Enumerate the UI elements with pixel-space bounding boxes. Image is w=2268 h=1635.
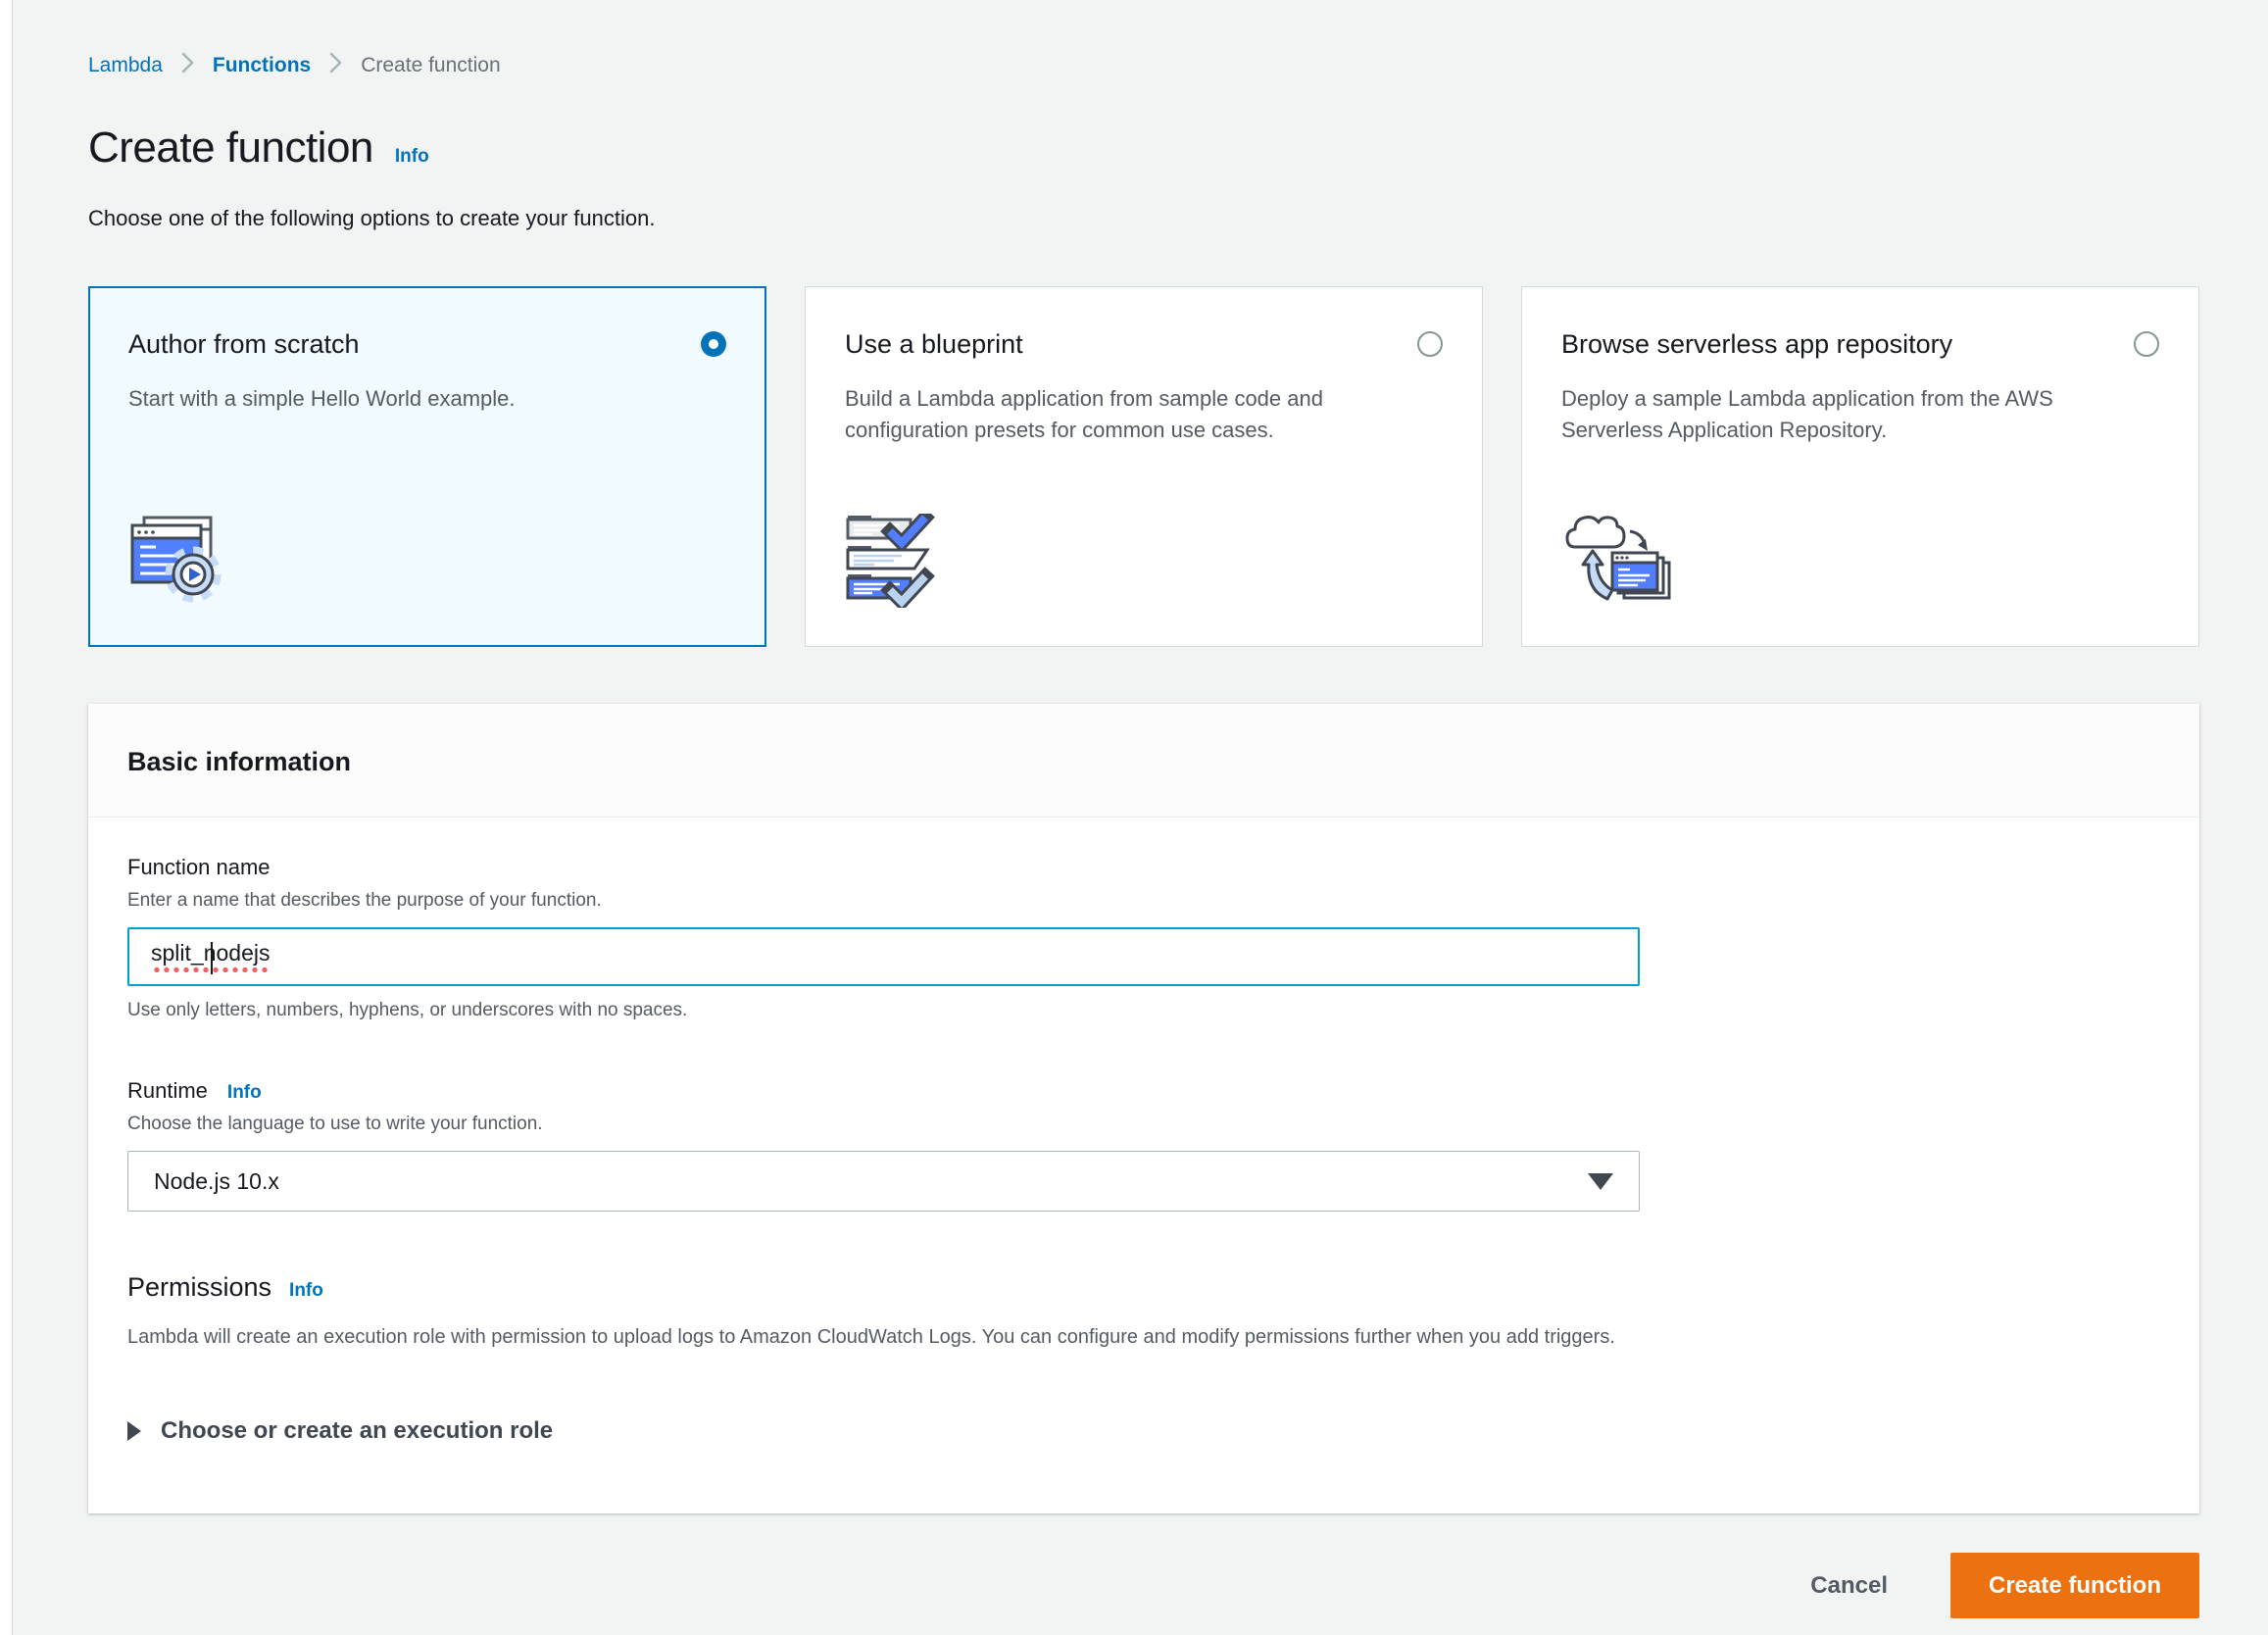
checklist-icon [845, 514, 1443, 613]
card-use-a-blueprint[interactable]: Use a blueprint Build a Lambda applicati… [805, 286, 1483, 647]
create-function-button[interactable]: Create function [1950, 1553, 2199, 1618]
breadcrumb: Lambda Functions Create function [88, 51, 2199, 80]
runtime-description: Choose the language to use to write your… [127, 1114, 2160, 1135]
card-title: Use a blueprint [845, 328, 1417, 360]
panel-header: Basic information [88, 704, 2199, 818]
cancel-button[interactable]: Cancel [1810, 1572, 1888, 1600]
card-head: Use a blueprint [845, 328, 1443, 360]
permissions-description: Lambda will create an execution role wit… [127, 1326, 2160, 1349]
radio-author-from-scratch[interactable] [701, 331, 726, 357]
runtime-field: Runtime Info Choose the language to use … [127, 1078, 2160, 1212]
permissions-info-link[interactable]: Info [289, 1280, 323, 1302]
basic-information-panel: Basic information Function name Enter a … [88, 704, 2199, 1513]
card-description: Deploy a sample Lambda application from … [1561, 383, 2159, 446]
card-title: Browse serverless app repository [1561, 328, 2134, 360]
runtime-select[interactable]: Node.js 10.x [127, 1151, 1640, 1212]
page-subtitle: Choose one of the following options to c… [88, 206, 2199, 231]
dropdown-caret-icon [1588, 1173, 1613, 1190]
card-author-from-scratch[interactable]: Author from scratch Start with a simple … [88, 286, 766, 647]
function-name-label: Function name [127, 855, 2160, 880]
panel-body: Function name Enter a name that describe… [88, 818, 2199, 1513]
chevron-right-icon [180, 51, 195, 80]
runtime-label: Runtime [127, 1078, 208, 1104]
page-title: Create function [88, 124, 373, 173]
breadcrumb-current-page: Create function [361, 54, 500, 77]
runtime-selected-value: Node.js 10.x [154, 1168, 279, 1195]
runtime-info-link[interactable]: Info [227, 1082, 262, 1104]
title-info-link[interactable]: Info [395, 146, 429, 168]
expand-triangle-icon [127, 1421, 141, 1441]
page-title-row: Create function Info [88, 124, 2199, 173]
permissions-heading: Permissions [127, 1272, 271, 1303]
function-name-field: Function name Enter a name that describe… [127, 855, 2160, 1021]
function-name-input[interactable]: split_nodejs [127, 927, 1640, 986]
card-title: Author from scratch [128, 328, 701, 360]
function-name-description: Enter a name that describes the purpose … [127, 890, 2160, 912]
card-browse-serverless-app-repository[interactable]: Browse serverless app repository Deploy … [1521, 286, 2199, 647]
radio-browse-serverless-app-repository[interactable] [2134, 331, 2159, 357]
footer-actions: Cancel Create function [88, 1553, 2199, 1618]
card-head: Browse serverless app repository [1561, 328, 2159, 360]
breadcrumb-lambda-link[interactable]: Lambda [88, 54, 163, 77]
collapsed-sidebar-rail [0, 0, 13, 1635]
window-gear-play-icon [128, 514, 726, 613]
panel-title: Basic information [127, 747, 2160, 777]
radio-use-a-blueprint[interactable] [1417, 331, 1443, 357]
creation-option-cards: Author from scratch Start with a simple … [88, 286, 2199, 647]
lambda-create-function-page: Lambda Functions Create function Create … [0, 0, 2268, 1635]
card-head: Author from scratch [128, 328, 726, 360]
card-description: Start with a simple Hello World example. [128, 383, 726, 415]
card-description: Build a Lambda application from sample c… [845, 383, 1443, 446]
execution-role-expander-label: Choose or create an execution role [161, 1417, 553, 1445]
breadcrumb-functions-link[interactable]: Functions [213, 54, 311, 77]
permissions-section: Permissions Info Lambda will create an e… [127, 1272, 2160, 1445]
main-content: Lambda Functions Create function Create … [88, 0, 2199, 1618]
execution-role-expander[interactable]: Choose or create an execution role [127, 1417, 2160, 1445]
chevron-right-icon [328, 51, 343, 80]
text-cursor [211, 942, 213, 974]
function-name-helper: Use only letters, numbers, hyphens, or u… [127, 1000, 2160, 1021]
cloud-sync-windows-icon [1561, 510, 2159, 613]
